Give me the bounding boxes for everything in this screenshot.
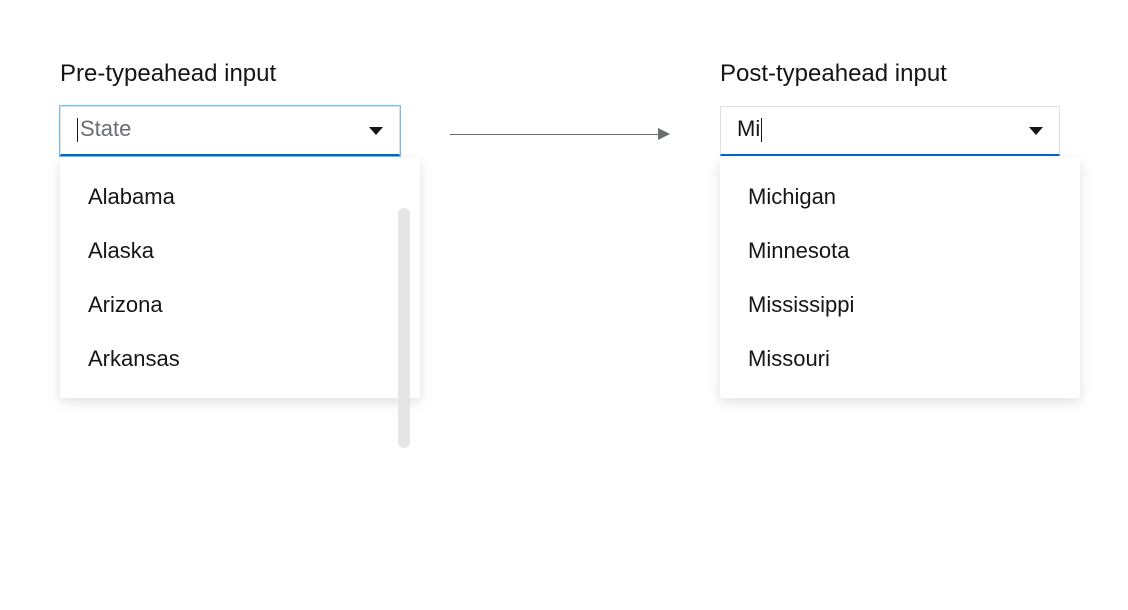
post-typeahead-combo: Mi Michigan Minnesota Mississippi Missou… — [720, 106, 1060, 156]
pre-typeahead-label: Pre-typeahead input — [60, 60, 400, 88]
dropdown-option[interactable]: Arizona — [60, 278, 420, 332]
scrollbar-thumb[interactable] — [398, 208, 410, 448]
state-input[interactable]: State — [60, 106, 400, 156]
dropdown-option[interactable]: Missouri — [720, 332, 1080, 386]
arrow-divider — [450, 128, 670, 140]
post-typeahead-column: Post-typeahead input Mi Michigan Minneso… — [720, 60, 1060, 156]
caret-down-icon[interactable] — [369, 127, 383, 135]
dropdown-option[interactable]: Mississippi — [720, 278, 1080, 332]
state-input-value: Mi — [737, 118, 762, 142]
scrollbar[interactable] — [398, 208, 410, 448]
text-cursor — [761, 118, 762, 142]
state-input-filtered[interactable]: Mi — [720, 106, 1060, 156]
arrow-right-icon — [658, 128, 670, 140]
arrow-line — [450, 134, 658, 135]
dropdown-option[interactable]: Minnesota — [720, 224, 1080, 278]
caret-down-icon[interactable] — [1029, 127, 1043, 135]
pre-typeahead-column: Pre-typeahead input State Alabama Alaska… — [60, 60, 400, 156]
state-dropdown-filtered: Michigan Minnesota Mississippi Missouri — [720, 158, 1080, 398]
state-dropdown: Alabama Alaska Arizona Arkansas — [60, 158, 420, 398]
dropdown-option[interactable]: Alabama — [60, 170, 420, 224]
pre-typeahead-combo: State Alabama Alaska Arizona Arkansas — [60, 106, 400, 156]
dropdown-option[interactable]: Alaska — [60, 224, 420, 278]
text-cursor — [77, 118, 78, 142]
post-typeahead-label: Post-typeahead input — [720, 60, 1060, 88]
dropdown-option[interactable]: Michigan — [720, 170, 1080, 224]
state-input-placeholder: State — [77, 118, 131, 142]
dropdown-option[interactable]: Arkansas — [60, 332, 420, 386]
